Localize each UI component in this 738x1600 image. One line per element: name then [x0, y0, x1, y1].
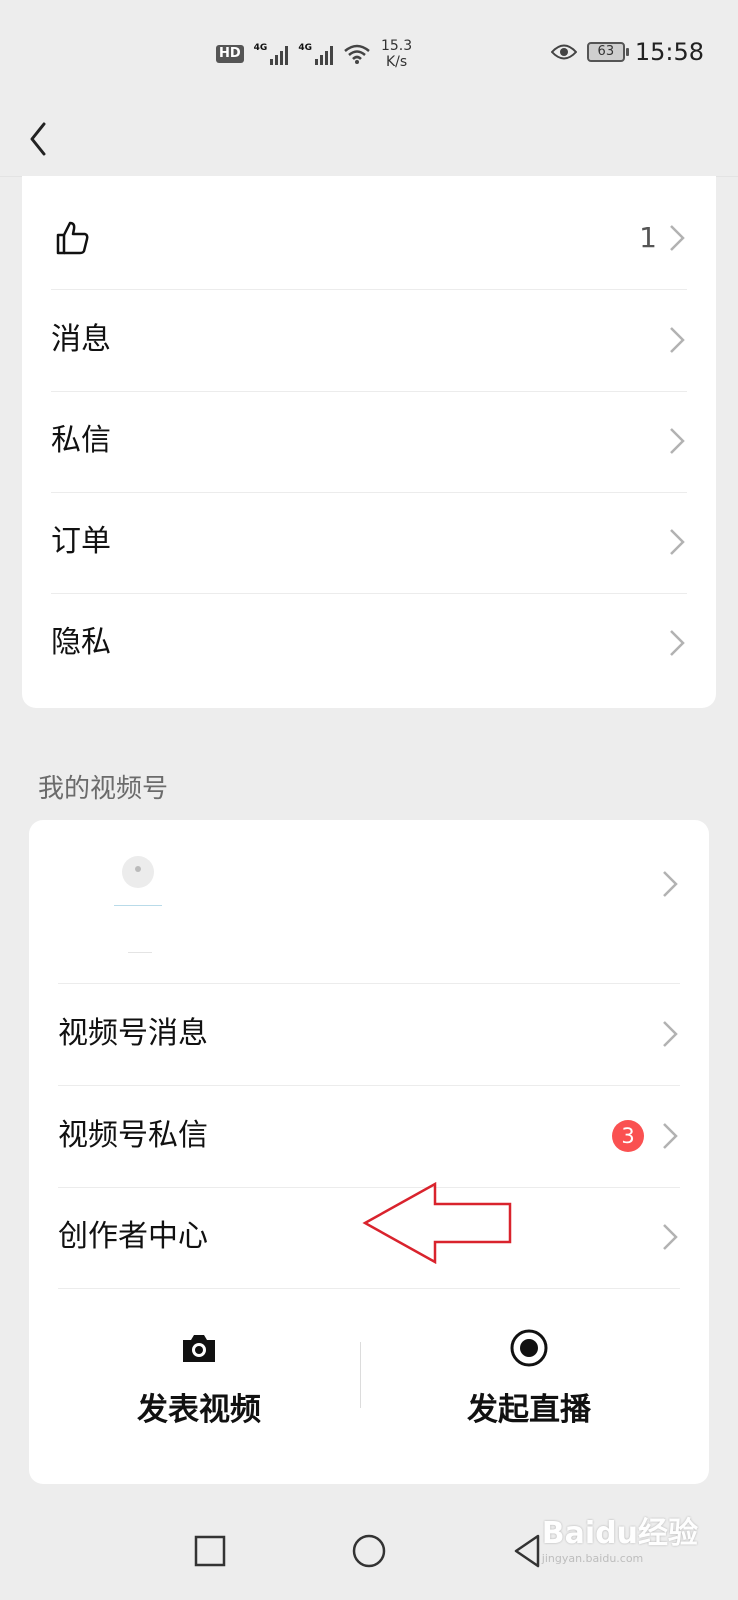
likes-count: 1 [639, 221, 657, 254]
chevron-right-icon [670, 225, 685, 251]
chevron-right-icon [663, 1123, 678, 1149]
channels-card: 视频号消息 视频号私信 3 创作者中心 发表视频 发起直播 [29, 820, 709, 1484]
menu-item-messages[interactable]: 消息 [51, 289, 687, 392]
back-icon[interactable] [24, 112, 64, 162]
chevron-right-icon [663, 1224, 678, 1250]
post-video-button[interactable]: 发表视频 [29, 1284, 369, 1484]
channel-actions: 发表视频 发起直播 [29, 1284, 709, 1484]
menu-item-label: 私信 [51, 423, 111, 458]
network-type-label: 4G [253, 43, 268, 53]
menu-item-private-messages[interactable]: 私信 [51, 390, 687, 493]
camera-icon [183, 1335, 215, 1362]
chevron-right-icon [670, 529, 685, 555]
chevron-right-icon [670, 327, 685, 353]
home-icon[interactable] [349, 1531, 389, 1571]
live-record-icon [510, 1329, 548, 1367]
unread-badge: 3 [612, 1120, 644, 1152]
settings-card: 1 消息 私信 订单 隐私 [22, 176, 716, 708]
watermark-sub: jingyan.baidu.com [541, 1552, 644, 1565]
post-video-label: 发表视频 [137, 1392, 261, 1428]
chevron-right-icon [670, 428, 685, 454]
hd-icon: HD [216, 45, 244, 63]
menu-item-privacy[interactable]: 隐私 [51, 592, 687, 694]
divider [128, 952, 152, 953]
status-bar: HD 4G 4G 15.3 K/s 63 15:58 [0, 0, 738, 100]
watermark: Baidu经验 jingyan.baidu.com [542, 1508, 698, 1565]
signal-icon: 4G [254, 43, 289, 65]
annotation-arrow-icon [362, 1182, 512, 1264]
section-title: 我的视频号 [38, 774, 169, 804]
status-indicators: HD 4G 4G 15.3 K/s [216, 38, 412, 70]
menu-item-orders[interactable]: 订单 [51, 491, 687, 594]
menu-item-label: 创作者中心 [58, 1219, 208, 1254]
menu-item-label: 消息 [51, 322, 111, 357]
nav-bar [0, 100, 738, 177]
channel-profile-row[interactable] [58, 820, 680, 984]
wifi-icon [344, 44, 370, 64]
speed-unit: K/s [385, 54, 408, 70]
recent-apps-icon[interactable] [190, 1531, 230, 1571]
network-speed: 15.3 K/s [381, 38, 412, 70]
likes-row[interactable]: 1 [51, 187, 687, 290]
menu-item-label: 视频号私信 [58, 1118, 208, 1153]
speed-value: 15.3 [380, 38, 413, 54]
menu-item-label: 订单 [51, 524, 111, 559]
clock: 15:58 [634, 38, 704, 66]
battery-icon: 63 [586, 42, 629, 62]
menu-item-label: 隐私 [51, 625, 111, 660]
menu-item-label: 视频号消息 [58, 1016, 208, 1051]
chevron-right-icon [670, 630, 685, 656]
channel-private-messages-item[interactable]: 视频号私信 3 [58, 1085, 680, 1188]
avatar [122, 856, 154, 888]
divider [114, 905, 162, 906]
thumbs-up-icon [56, 221, 89, 255]
channel-messages-item[interactable]: 视频号消息 [58, 983, 680, 1086]
chevron-right-icon [663, 871, 678, 897]
chevron-right-icon [663, 1021, 678, 1047]
network-type-label: 4G [298, 43, 312, 53]
signal-icon: 4G [298, 43, 333, 65]
watermark-text: Baidu经验 [541, 1516, 698, 1551]
status-right: 63 15:58 [550, 38, 704, 66]
start-live-button[interactable]: 发起直播 [359, 1284, 699, 1484]
eye-icon [550, 44, 577, 60]
start-live-label: 发起直播 [467, 1392, 591, 1428]
